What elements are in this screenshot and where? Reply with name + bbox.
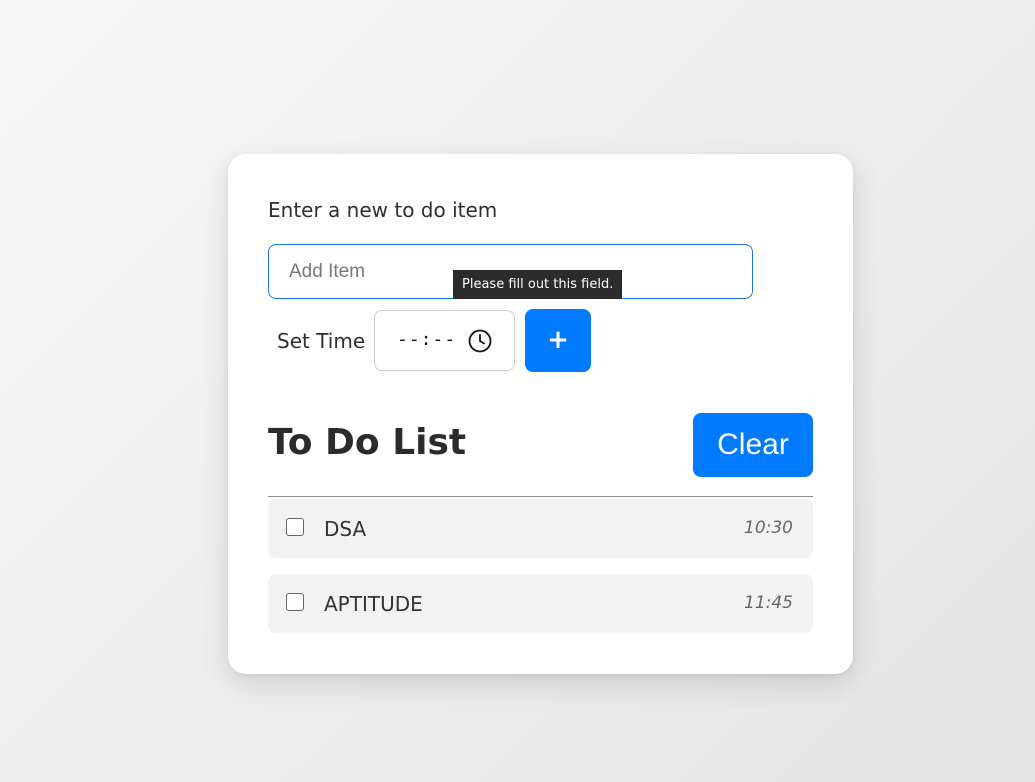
todo-item-text: APTITUDE (324, 592, 423, 616)
new-item-label: Enter a new to do item (268, 198, 498, 222)
time-input[interactable]: --:-- (374, 310, 515, 371)
time-input-value: --:-- (397, 329, 457, 350)
todo-item: APTITUDE 11:45 (268, 574, 813, 633)
todo-checkbox[interactable] (286, 518, 304, 536)
todo-item-time: 11:45 (744, 593, 793, 613)
clear-button[interactable]: Clear (693, 413, 813, 477)
todo-item-text: DSA (324, 517, 367, 541)
validation-tooltip: Please fill out this field. (453, 270, 623, 299)
todo-card: Enter a new to do item Please fill out t… (228, 154, 853, 674)
todo-checkbox[interactable] (286, 593, 304, 611)
add-item-button[interactable]: + (525, 309, 591, 372)
todo-item: DSA 10:30 (268, 499, 813, 558)
clock-icon[interactable] (468, 329, 492, 353)
list-title: To Do List (268, 422, 467, 463)
todo-item-time: 10:30 (744, 518, 793, 538)
list-divider (268, 496, 813, 497)
set-time-label: Set Time (277, 329, 366, 353)
todo-list: DSA 10:30 APTITUDE 11:45 (268, 499, 813, 649)
